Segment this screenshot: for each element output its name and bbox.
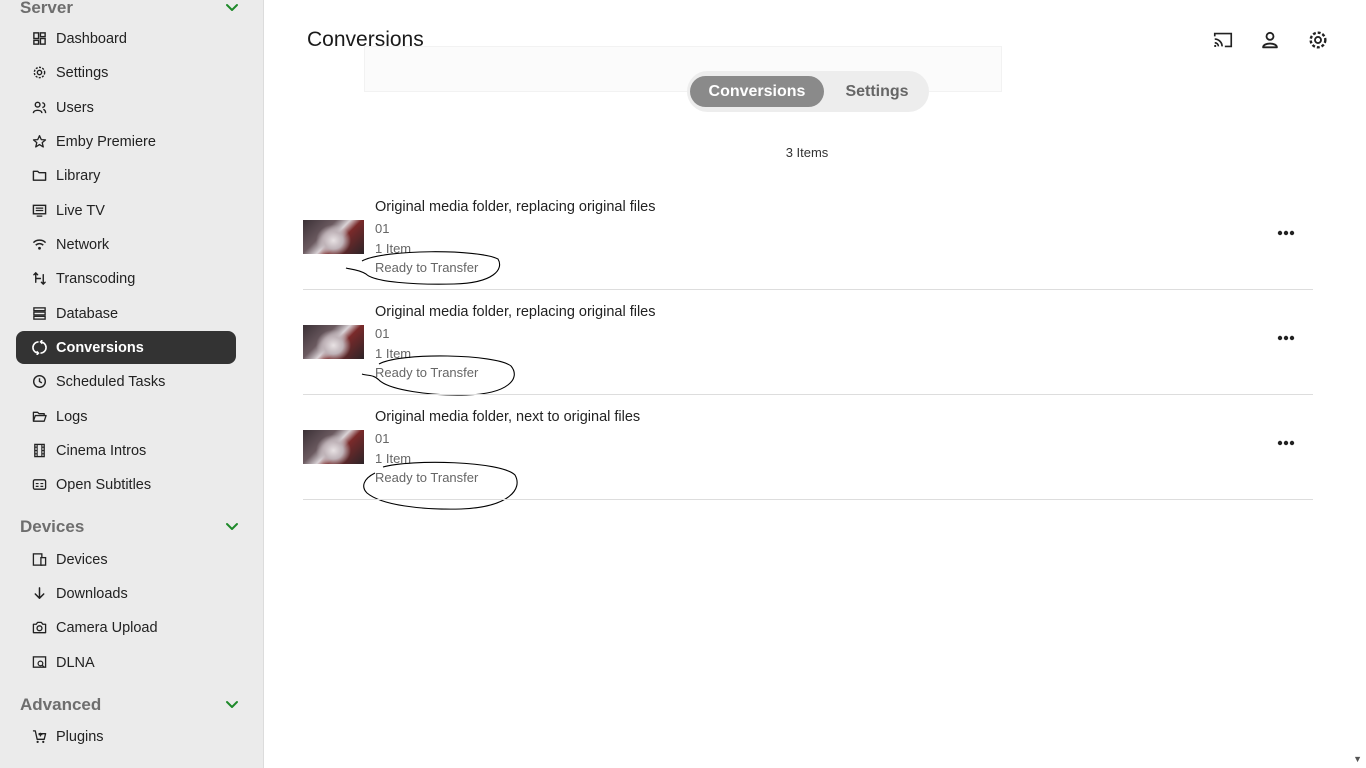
row-count: 1 Item <box>375 241 412 256</box>
dashboard-icon <box>31 31 47 47</box>
section-title: Devices <box>20 517 85 536</box>
row-status: Ready to Transfer <box>375 365 479 380</box>
sidebar-item-label: Cinema Intros <box>56 442 147 459</box>
row-episode: 01 <box>375 326 390 341</box>
row-episode: 01 <box>375 431 390 446</box>
sidebar-item-dashboard[interactable]: Dashboard <box>16 22 236 55</box>
sidebar-item-label: Database <box>56 305 119 322</box>
thumbnail <box>303 220 364 254</box>
folder-icon <box>31 168 47 184</box>
row-count: 1 Item <box>375 346 412 361</box>
clock-icon <box>31 374 47 390</box>
conversions-icon <box>31 340 47 356</box>
sidebar-item-dlna[interactable]: DLNA <box>16 646 236 679</box>
more-options-icon[interactable] <box>1273 433 1299 453</box>
gear-icon <box>31 65 47 81</box>
users-icon <box>31 100 47 116</box>
items-count: 3 Items <box>785 145 829 160</box>
sidebar-item-label: Conversions <box>56 339 144 356</box>
gear-icon[interactable] <box>1304 26 1332 54</box>
more-options-icon[interactable] <box>1273 328 1299 348</box>
chevron-down-icon[interactable] <box>224 0 240 16</box>
sidebar-item-cinema-intros[interactable]: Cinema Intros <box>16 434 236 467</box>
row-title: Original media folder, replacing origina… <box>375 304 656 320</box>
sidebar-item-label: Logs <box>56 408 88 425</box>
sidebar-item-camera-upload[interactable]: Camera Upload <box>16 611 236 644</box>
row-title: Original media folder, replacing origina… <box>375 199 656 215</box>
row-status: Ready to Transfer <box>375 260 479 275</box>
hand-drawn-circle <box>363 461 518 510</box>
row-count: 1 Item <box>375 451 412 466</box>
sidebar-item-scheduled-tasks[interactable]: Scheduled Tasks <box>16 365 236 398</box>
sidebar-item-label: Transcoding <box>56 270 136 287</box>
sidebar-item-label: Settings <box>56 64 109 81</box>
sidebar-item-downloads[interactable]: Downloads <box>16 577 236 610</box>
sidebar-item-label: Live TV <box>56 202 105 219</box>
sidebar-item-emby-premiere[interactable]: Emby Premiere <box>16 125 236 158</box>
sidebar-item-label: Library <box>56 167 101 184</box>
sidebar-item-label: Open Subtitles <box>56 476 152 493</box>
dlna-icon <box>31 655 47 671</box>
sidebar-item-live-tv[interactable]: Live TV <box>16 194 236 227</box>
row-divider <box>303 499 1313 500</box>
sidebar-item-label: DLNA <box>56 654 95 671</box>
sidebar-item-label: Users <box>56 99 94 116</box>
sidebar-item-label: Emby Premiere <box>56 133 156 150</box>
scroll-down-arrow[interactable]: ▼ <box>1353 754 1362 764</box>
folder-open-icon <box>31 409 47 425</box>
conversion-row[interactable]: Original media folder, replacing origina… <box>303 290 1313 396</box>
sidebar-item-label: Network <box>56 236 110 253</box>
row-title: Original media folder, next to original … <box>375 409 641 425</box>
cart-icon <box>31 729 47 745</box>
sidebar-item-label: Devices <box>56 551 108 568</box>
row-episode: 01 <box>375 221 390 236</box>
sidebar-item-database[interactable]: Database <box>16 297 236 330</box>
sidebar-item-logs[interactable]: Logs <box>16 400 236 433</box>
tab-settings[interactable]: Settings <box>832 76 922 107</box>
thumbnail <box>303 325 364 359</box>
user-icon[interactable] <box>1256 26 1284 54</box>
sidebar-item-label: Dashboard <box>56 30 127 47</box>
sidebar-item-plugins[interactable]: Plugins <box>16 720 236 753</box>
sidebar-item-library[interactable]: Library <box>16 159 236 192</box>
sidebar: Server Dashboard Settings Users Emby Pre… <box>0 0 264 768</box>
section-title: Server <box>20 0 73 17</box>
main-content: Conversions Conversions Settings 3 Items… <box>264 0 1366 768</box>
transcode-icon <box>31 271 47 287</box>
database-icon <box>31 306 47 322</box>
sidebar-item-label: Plugins <box>56 728 104 745</box>
tv-icon <box>31 203 47 219</box>
chevron-down-icon[interactable] <box>224 697 240 713</box>
sidebar-item-devices[interactable]: Devices <box>16 543 236 576</box>
sidebar-item-settings[interactable]: Settings <box>16 56 236 89</box>
conversion-row[interactable]: Original media folder, replacing origina… <box>303 185 1313 290</box>
download-icon <box>31 586 47 602</box>
more-options-icon[interactable] <box>1273 223 1299 243</box>
camera-icon <box>31 620 47 636</box>
film-icon <box>31 443 47 459</box>
thumbnail <box>303 430 364 464</box>
sidebar-item-open-subtitles[interactable]: Open Subtitles <box>16 468 236 501</box>
sidebar-item-users[interactable]: Users <box>16 91 236 124</box>
row-status: Ready to Transfer <box>375 470 479 485</box>
tab-conversions[interactable]: Conversions <box>690 76 824 107</box>
sidebar-item-conversions[interactable]: Conversions <box>16 331 236 364</box>
subtitles-icon <box>31 477 47 493</box>
section-title: Advanced <box>20 695 102 714</box>
sidebar-item-label: Scheduled Tasks <box>56 373 166 390</box>
sidebar-item-label: Camera Upload <box>56 619 158 636</box>
conversion-row[interactable]: Original media folder, next to original … <box>303 395 1313 510</box>
sidebar-section-server[interactable]: Server <box>20 0 240 20</box>
wifi-icon <box>31 237 47 253</box>
sidebar-item-transcoding[interactable]: Transcoding <box>16 262 236 295</box>
devices-icon <box>31 552 47 568</box>
star-icon <box>31 134 47 150</box>
sidebar-section-advanced[interactable]: Advanced <box>20 693 240 717</box>
chevron-down-icon[interactable] <box>224 519 240 535</box>
tab-bar: Conversions Settings <box>687 71 929 112</box>
sidebar-item-label: Downloads <box>56 585 128 602</box>
cast-icon[interactable] <box>1209 26 1237 54</box>
sidebar-section-devices[interactable]: Devices <box>20 515 240 539</box>
sidebar-item-network[interactable]: Network <box>16 228 236 261</box>
